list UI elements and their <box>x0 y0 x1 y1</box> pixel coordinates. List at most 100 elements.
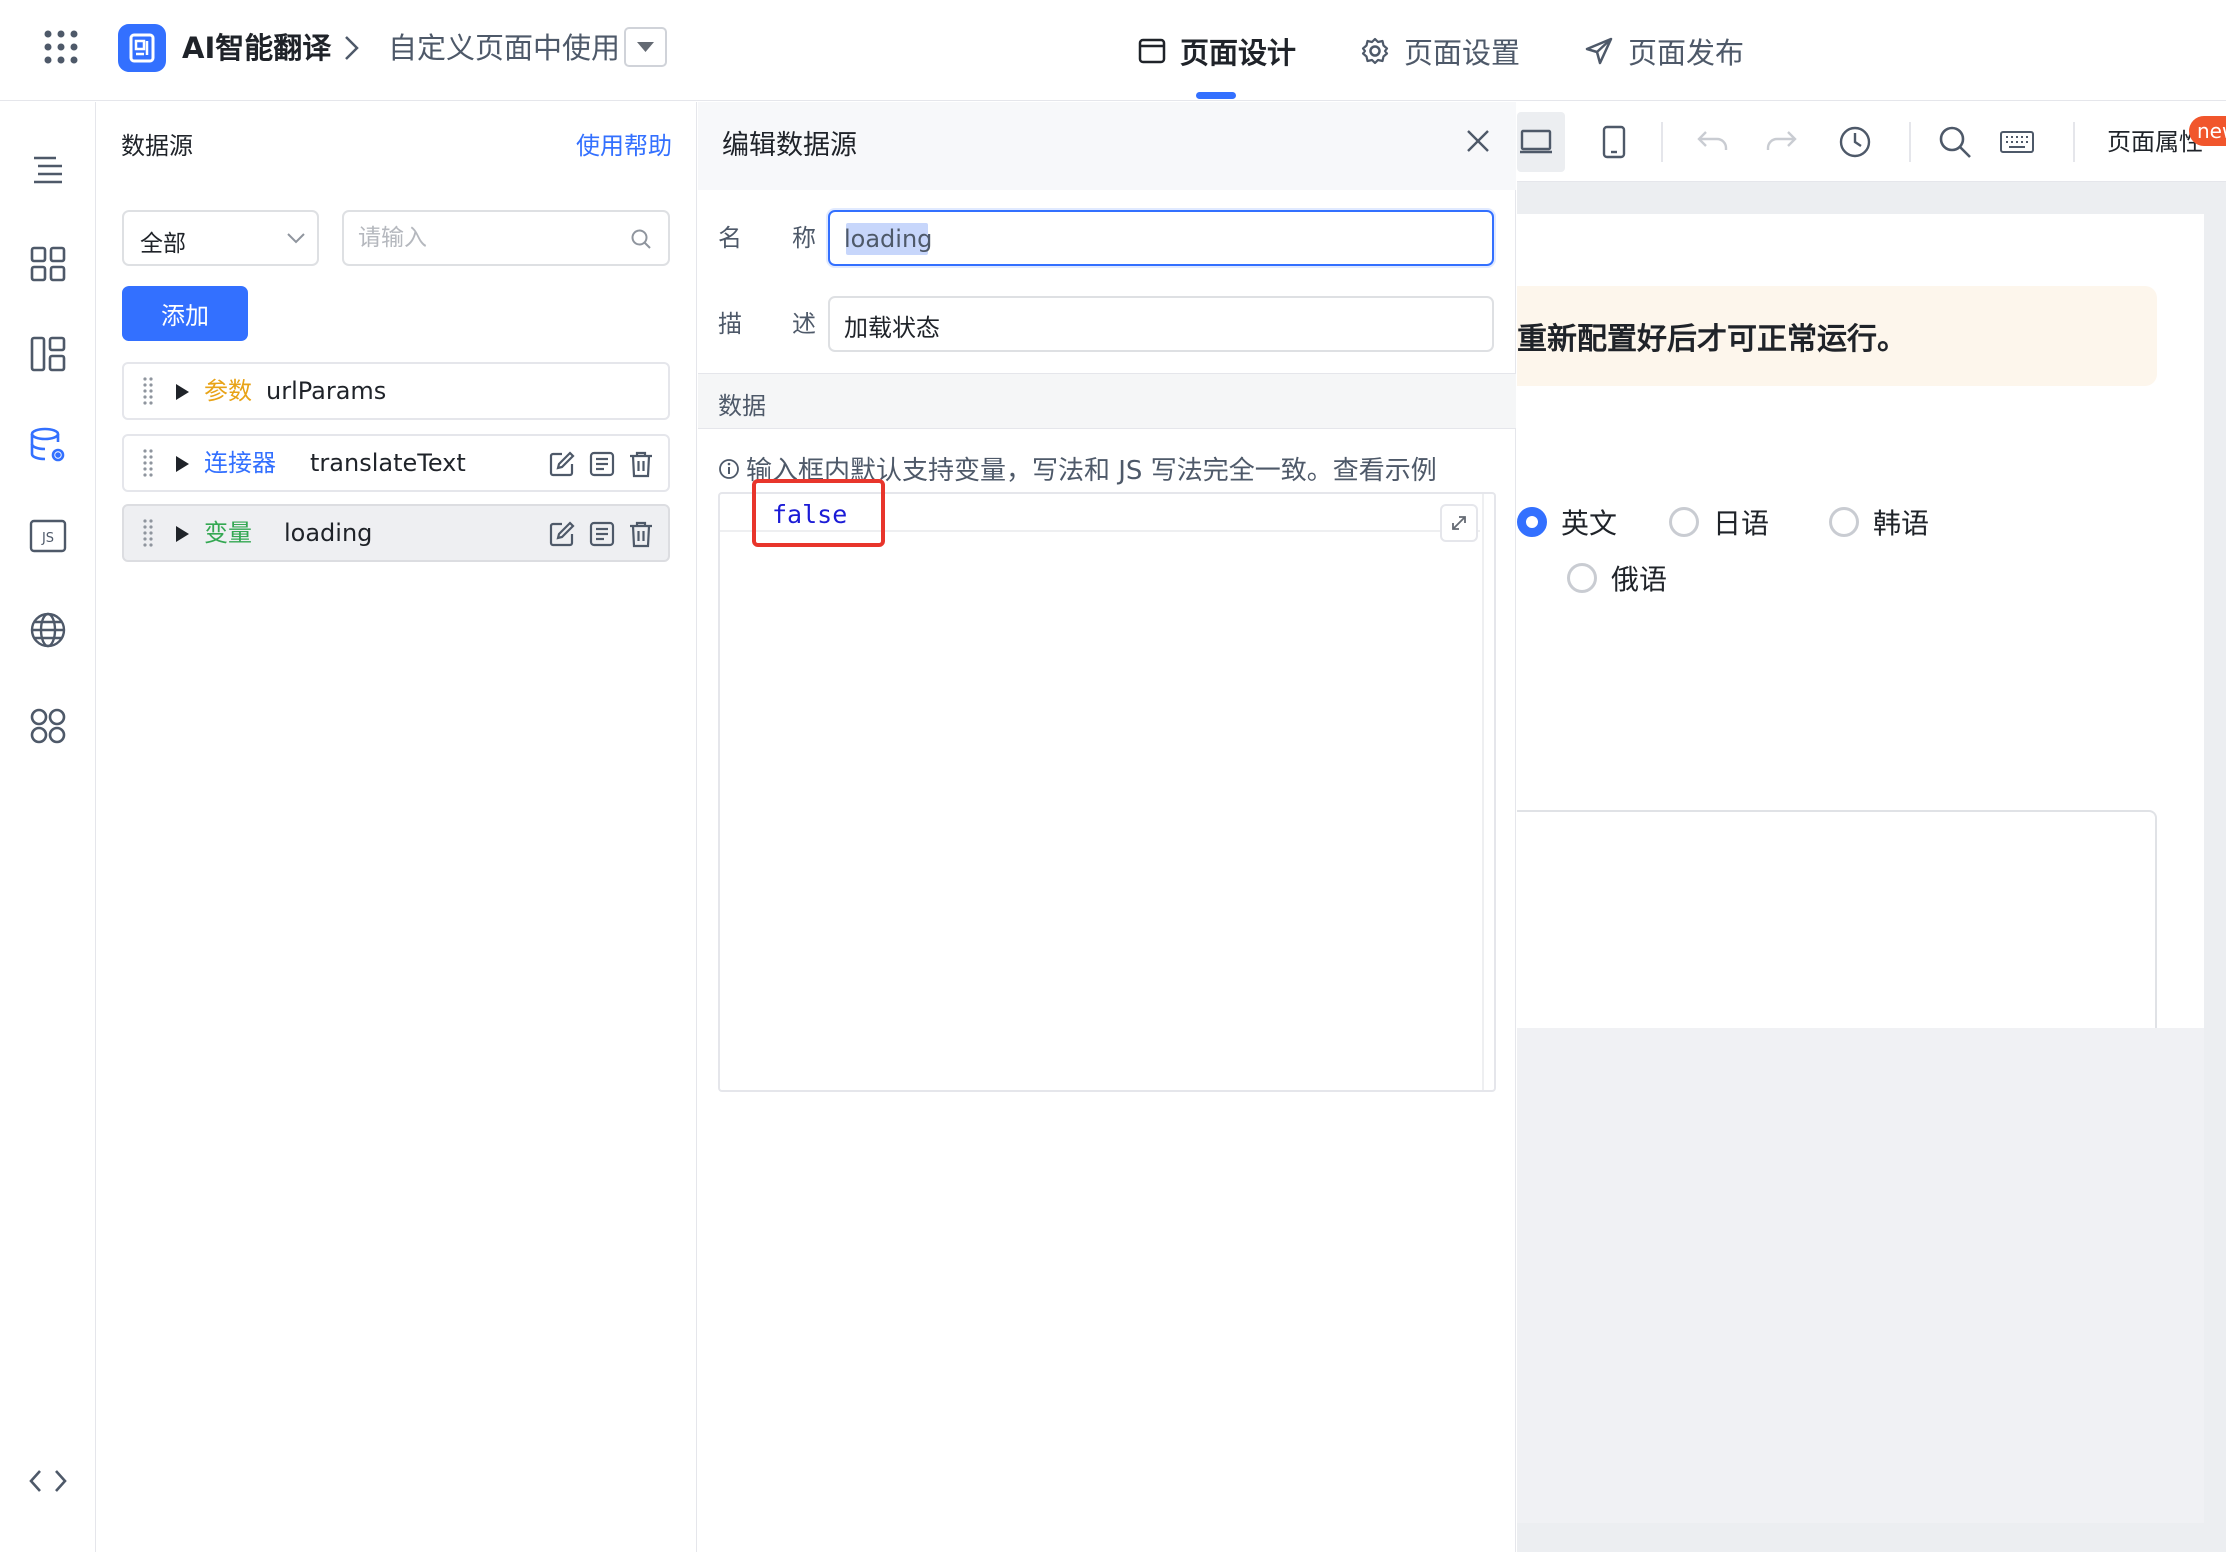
datasource-name: loading <box>284 519 373 547</box>
undo-icon[interactable] <box>1695 124 1731 158</box>
copy-icon[interactable] <box>588 520 616 548</box>
layout-icon <box>1138 38 1166 64</box>
chevron-down-icon <box>287 233 305 244</box>
new-badge: new <box>2189 116 2226 146</box>
radio-unchecked-icon <box>1567 563 1597 593</box>
description-field[interactable] <box>828 296 1494 352</box>
radio-checked-icon <box>1517 507 1547 537</box>
datasource-item-urlparams[interactable]: 参数 urlParams <box>122 362 670 420</box>
radio-unchecked-icon <box>1669 507 1699 537</box>
radio-option-japanese[interactable]: 日语 <box>1669 502 1769 542</box>
page-preview-lower <box>1517 1028 2204 1523</box>
tab-label: 页面设计 <box>1180 36 1297 70</box>
desc-label-char-2: 述 <box>792 310 816 338</box>
name-input[interactable] <box>844 222 1464 256</box>
redo-icon[interactable] <box>1763 124 1799 158</box>
item-actions <box>548 450 654 478</box>
datasource-item-loading[interactable]: 变量 loading <box>122 504 670 562</box>
desktop-icon[interactable] <box>1519 124 1553 158</box>
translation-textarea[interactable] <box>1517 810 2157 1040</box>
datasource-type-tag: 连接器 <box>204 449 276 477</box>
globe-icon[interactable] <box>28 610 68 650</box>
datasource-type-tag: 变量 <box>204 519 252 547</box>
add-datasource-button[interactable]: 添加 <box>122 286 248 341</box>
app-name[interactable]: AI智能翻译 <box>182 26 331 70</box>
components-icon[interactable] <box>28 244 68 284</box>
search-icon[interactable] <box>630 228 652 250</box>
radio-option-korean[interactable]: 韩语 <box>1829 502 1929 542</box>
toolbar-separator <box>2073 122 2075 162</box>
datasource-type-tag: 参数 <box>204 377 252 405</box>
radio-label: 日语 <box>1713 507 1770 540</box>
code-icon[interactable] <box>28 1466 68 1496</box>
page-preview: 重新配置好后才可正常运行。 英文 日语 韩语 俄语 <box>1517 214 2204 1040</box>
description-input[interactable] <box>844 308 1464 342</box>
code-editor[interactable]: false <box>718 492 1496 1092</box>
warning-text: 重新配置好后才可正常运行。 <box>1517 322 1907 357</box>
datasource-icon[interactable] <box>28 426 68 466</box>
delete-icon[interactable] <box>628 450 654 478</box>
data-section-header: 数据 <box>698 373 1516 429</box>
info-icon <box>719 458 739 479</box>
apps-icon[interactable] <box>28 706 68 746</box>
left-icon-rail: JS <box>0 102 96 1552</box>
section-label: 数据 <box>718 392 766 420</box>
app-grid-icon[interactable] <box>44 30 78 64</box>
type-filter-select[interactable]: 全部 <box>122 210 319 266</box>
tab-label: 页面发布 <box>1628 36 1745 70</box>
search-icon[interactable] <box>1937 124 1973 160</box>
datasource-panel: 数据源 使用帮助 全部 添加 参数 urlParams 连接器 translat… <box>97 102 697 1552</box>
tab-label: 页面设置 <box>1404 36 1521 70</box>
toolbar-separator <box>1661 122 1663 162</box>
datasource-name: urlParams <box>266 377 387 405</box>
panel-title: 数据源 <box>121 132 193 160</box>
active-tab-indicator <box>1196 92 1236 99</box>
edit-panel-title: 编辑数据源 <box>722 130 857 161</box>
edit-datasource-panel: 编辑数据源 名 称 描 述 数据 输入框内默认支持变量，写法和 JS 写法完全一… <box>698 102 1516 1552</box>
drag-handle-icon[interactable] <box>142 518 154 550</box>
name-label-char-1: 名 <box>718 224 742 252</box>
edit-icon[interactable] <box>548 520 576 548</box>
datasource-item-translatetext[interactable]: 连接器 translateText <box>122 434 670 492</box>
radio-option-russian[interactable]: 俄语 <box>1567 558 1667 598</box>
expand-triangle-icon[interactable] <box>174 525 190 543</box>
top-bar: AI智能翻译 自定义页面中使用 页面设计 页面设置 页面发布 <box>0 0 2226 101</box>
edit-icon[interactable] <box>548 450 576 478</box>
expand-triangle-icon[interactable] <box>174 455 190 473</box>
breadcrumb-separator-icon <box>342 34 362 62</box>
select-value: 全部 <box>140 231 186 257</box>
drag-handle-icon[interactable] <box>142 448 154 480</box>
history-icon[interactable] <box>1837 124 1873 160</box>
tab-page-settings[interactable]: 页面设置 <box>1360 28 1520 74</box>
copy-icon[interactable] <box>588 450 616 478</box>
page-switch-dropdown[interactable] <box>624 27 667 67</box>
tab-page-publish[interactable]: 页面发布 <box>1584 28 1744 74</box>
highlight-annotation <box>752 479 885 547</box>
caret-down-icon <box>637 42 654 52</box>
outline-icon[interactable] <box>28 150 68 190</box>
name-field[interactable] <box>828 210 1494 266</box>
expand-editor-button[interactable] <box>1440 504 1478 542</box>
radio-unchecked-icon <box>1829 507 1859 537</box>
canvas-toolbar: 页面属性 new <box>1517 102 2226 182</box>
radio-label: 韩语 <box>1873 507 1930 540</box>
keyboard-icon[interactable] <box>1999 124 2035 160</box>
tab-page-design[interactable]: 页面设计 <box>1138 28 1296 74</box>
name-label-char-2: 称 <box>792 224 816 252</box>
desc-label-char-1: 描 <box>718 310 742 338</box>
mobile-icon[interactable] <box>1599 124 1629 160</box>
layout-blocks-icon[interactable] <box>28 334 68 374</box>
drag-handle-icon[interactable] <box>142 376 154 408</box>
close-icon[interactable] <box>1465 128 1491 154</box>
expand-triangle-icon[interactable] <box>174 383 190 401</box>
breadcrumb-page-name[interactable]: 自定义页面中使用 <box>388 26 620 70</box>
search-input[interactable] <box>358 222 618 254</box>
datasource-name: translateText <box>310 449 466 477</box>
radio-option-english[interactable]: 英文 <box>1517 502 1617 542</box>
js-icon[interactable]: JS <box>28 516 68 556</box>
help-link[interactable]: 使用帮助 <box>576 126 672 166</box>
app-logo-icon <box>118 24 166 72</box>
search-box[interactable] <box>342 210 670 266</box>
expand-icon <box>1452 516 1466 530</box>
delete-icon[interactable] <box>628 520 654 548</box>
